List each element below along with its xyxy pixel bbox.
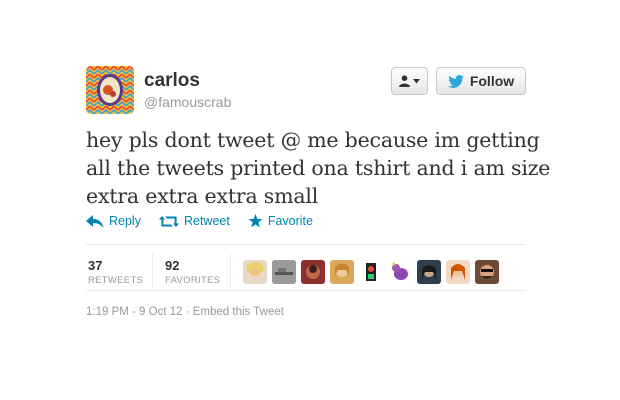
tweet-card: carlos @famouscrab Follow hey pls dont t…: [86, 64, 550, 318]
tweet-line: all the tweets printed ona tshirt and i …: [86, 156, 551, 180]
reply-label: Reply: [109, 214, 141, 228]
user-fullname[interactable]: carlos: [144, 70, 231, 92]
retweets-count: 37: [88, 258, 103, 273]
retweet-label: Retweet: [183, 214, 230, 228]
reply-button[interactable]: Reply: [86, 214, 141, 228]
follow-button[interactable]: Follow: [436, 67, 526, 95]
star-icon: [248, 214, 263, 228]
favoriter-avatar[interactable]: [359, 260, 383, 284]
divider: [86, 290, 526, 291]
avatar[interactable]: [86, 66, 134, 114]
favoriter-avatars: [243, 260, 499, 284]
favoriter-avatar[interactable]: [417, 260, 441, 284]
user-handle[interactable]: @famouscrab: [144, 93, 231, 111]
timestamp[interactable]: 1:19 PM - 9 Oct 12: [86, 306, 183, 318]
retweets-label: RETWEETS: [88, 275, 144, 286]
retweet-icon: [158, 215, 179, 227]
follow-label: Follow: [469, 73, 515, 89]
favoriter-avatar[interactable]: [388, 260, 412, 284]
favorites-stat[interactable]: 92 FAVORITES: [165, 258, 220, 287]
favoriter-avatar[interactable]: [330, 260, 354, 284]
stat-divider: [152, 254, 153, 288]
favorites-label: FAVORITES: [165, 275, 221, 286]
retweet-button[interactable]: Retweet: [158, 214, 230, 228]
user-actions-button[interactable]: [391, 67, 428, 95]
caret-down-icon: [413, 78, 420, 83]
user-names: carlos @famouscrab: [144, 70, 231, 111]
tweet-actions: Reply Retweet Favorite: [86, 214, 313, 228]
tweet-line: hey pls dont tweet @ me because im getti…: [86, 128, 540, 152]
favorite-label: Favorite: [267, 214, 313, 228]
tweet-meta: 1:19 PM - 9 Oct 12 · Embed this Tweet: [86, 306, 284, 318]
stat-divider: [230, 254, 231, 288]
tweet-stats: 37 RETWEETS 92 FAVORITES: [86, 250, 526, 290]
divider: [86, 244, 526, 245]
meta-separator: ·: [182, 306, 193, 318]
twitter-bird-icon: [447, 74, 464, 88]
favoriter-avatar[interactable]: [446, 260, 470, 284]
header-actions: Follow: [391, 67, 526, 95]
favorites-count: 92: [165, 258, 180, 273]
retweets-stat[interactable]: 37 RETWEETS: [88, 258, 143, 287]
tweet-text: hey pls dont tweet @ me because im getti…: [86, 126, 551, 210]
embed-link[interactable]: Embed this Tweet: [193, 306, 284, 318]
favoriter-avatar[interactable]: [272, 260, 296, 284]
favoriter-avatar[interactable]: [475, 260, 499, 284]
person-icon: [399, 75, 410, 87]
reply-icon: [86, 214, 104, 228]
tweet-line: extra extra extra small: [86, 184, 319, 208]
favorite-button[interactable]: Favorite: [248, 214, 313, 228]
tweet-header: carlos @famouscrab Follow: [86, 64, 526, 118]
favoriter-avatar[interactable]: [243, 260, 267, 284]
favoriter-avatar[interactable]: [301, 260, 325, 284]
